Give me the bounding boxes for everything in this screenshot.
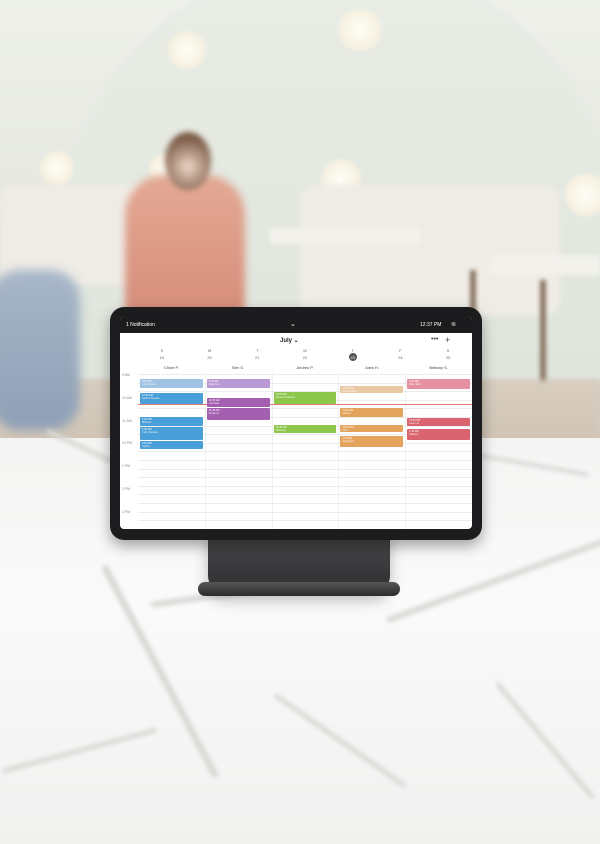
appointment-block[interactable]: 10:45 AM Gel Nails: [206, 398, 270, 407]
wall-lamp: [335, 8, 385, 52]
time-label: 1 PM: [122, 464, 131, 468]
wifi-icon: ≋: [451, 322, 457, 328]
grid-line: [138, 511, 472, 513]
side-table: [490, 255, 600, 275]
appointment-title: Consultation: [342, 390, 357, 393]
appointment-block[interactable]: 12:15 PM Lash Lift: [407, 417, 470, 427]
day-number[interactable]: 20: [188, 355, 232, 360]
staff-column-header[interactable]: Chloe P.: [141, 365, 201, 370]
column-divider: [338, 373, 340, 529]
appointment-block[interactable]: 9:30 AM Brow Wax: [407, 379, 470, 390]
side-table: [270, 228, 420, 244]
day-number[interactable]: 25: [426, 355, 470, 360]
appointment-block[interactable]: 10:00 AM Consultation: [340, 386, 404, 393]
day-number[interactable]: 24: [378, 355, 422, 360]
grid-line: [138, 477, 472, 479]
weekday-label: T: [256, 348, 259, 353]
weekday-label: S: [160, 348, 164, 353]
appointment-block[interactable]: 11:15 AM Pedicure: [206, 408, 270, 420]
appointment-title: Facial Treatment: [275, 396, 295, 400]
customer-figure-left: [0, 270, 80, 430]
appointment-block[interactable]: 2:15 PM Styling: [140, 441, 203, 449]
time-label: 9 AM: [122, 373, 130, 377]
tablet-stand-base: [198, 582, 400, 596]
time-label: 3 PM: [122, 509, 131, 514]
appointment-block[interactable]: 1:45 PM Highlights: [340, 435, 404, 448]
add-appointment-icon[interactable]: +: [445, 335, 450, 345]
appointment-title: Highlights: [342, 439, 354, 443]
appointment-block[interactable]: 1:15 PM Makeup: [407, 429, 470, 441]
appointment-title: Client Name: [142, 383, 157, 387]
weekday-label: M: [207, 348, 212, 353]
more-options-icon[interactable]: •••: [431, 336, 438, 343]
appointment-title: Makeup: [409, 433, 419, 437]
chevron-down-icon[interactable]: ⌄: [290, 320, 296, 328]
wall-lamp: [165, 30, 209, 70]
table-leg: [540, 280, 546, 390]
column-divider: [204, 373, 206, 529]
time-label: 10 AM: [122, 395, 132, 400]
marble-vein: [385, 538, 600, 624]
appointment-title: Lash Lift: [409, 421, 419, 425]
appointment-block[interactable]: 10:30 AM Haircut Service: [140, 392, 203, 405]
weekday-label: S: [446, 348, 450, 353]
time-label: 12 PM: [122, 441, 133, 446]
appointment-title: Haircut Service: [142, 396, 160, 400]
appointment-title: Pedicure: [208, 412, 220, 416]
appointment-block[interactable]: 12:45 PM Trim: [340, 424, 404, 432]
grid-line: [138, 485, 472, 487]
lounge-chair: [300, 185, 560, 315]
appointment-block[interactable]: 1:30 PM Color Session: [140, 427, 203, 441]
desk-lamp: [38, 150, 76, 186]
month-selector[interactable]: July ⌄: [280, 337, 299, 344]
marble-vein: [273, 692, 407, 789]
appointment-title: Brow Wax: [409, 383, 421, 387]
weekday-label: W: [303, 348, 307, 353]
appointment-block[interactable]: 9:30 AM Manicure: [206, 379, 270, 388]
status-bar: 1 Notification ⌄ 12:37 PM ≋: [120, 317, 472, 333]
appointment-block[interactable]: 11:30 AM Haircut: [340, 408, 404, 417]
appointment-block[interactable]: 1:00 PM Blowout: [140, 417, 203, 426]
weekday-label: F: [399, 348, 402, 353]
appointment-title: Manicure: [208, 383, 220, 387]
day-number[interactable]: 21: [235, 355, 279, 360]
time-label: 11 AM: [122, 418, 132, 423]
day-number[interactable]: 23: [331, 355, 375, 360]
appointment-title: Massage: [275, 428, 287, 432]
appointment-block[interactable]: 10:15 AM Facial Treatment: [273, 392, 337, 405]
grid-line: [138, 494, 472, 496]
staff-column-header[interactable]: Jules H.: [342, 365, 402, 370]
column-divider: [405, 373, 407, 529]
appointment-title: Trim: [342, 428, 348, 432]
tablet-screen: 1 Notification ⌄ 12:37 PM ≋ July ⌄ ••• +…: [120, 317, 472, 529]
notification-count[interactable]: 1 Notification: [126, 322, 155, 328]
marble-vein: [494, 681, 596, 800]
grid-line: [138, 451, 472, 453]
appointment-block[interactable]: 12:45 PM Massage: [273, 424, 337, 434]
grid-line: [138, 503, 472, 504]
grid-line: [138, 374, 472, 375]
appointment-title: Blowout: [142, 421, 152, 424]
grid-line: [138, 468, 472, 470]
grid-line: [138, 408, 472, 410]
customer-head: [165, 132, 211, 190]
appointment-title: Gel Nails: [208, 402, 220, 406]
grid-line: [138, 520, 472, 522]
current-time-indicator: [138, 404, 472, 405]
marble-vein: [2, 727, 158, 774]
appointment-block[interactable]: 9:30 AM Client Name: [140, 379, 203, 388]
customer-figure: [125, 175, 245, 325]
column-divider: [271, 373, 273, 529]
appointment-title: Styling: [142, 445, 150, 449]
day-number[interactable]: 22: [283, 355, 327, 360]
staff-column-header[interactable]: Brittany S.: [409, 365, 469, 370]
day-number[interactable]: 19: [140, 355, 184, 360]
grid-line: [138, 460, 472, 461]
staff-column-header[interactable]: Andres P.: [275, 365, 335, 370]
appointment-title: Haircut: [342, 412, 351, 416]
appointment-title: Color Session: [142, 431, 159, 435]
staff-column-header[interactable]: Ben S.: [208, 365, 268, 370]
time-label: 2 PM: [122, 486, 131, 491]
clock: 12:37 PM: [420, 322, 442, 328]
